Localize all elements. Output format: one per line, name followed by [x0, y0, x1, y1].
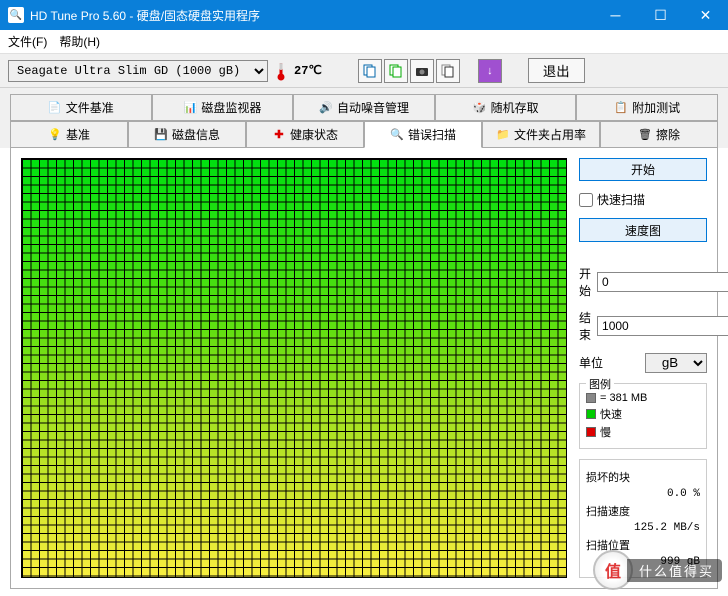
unit-label: 单位	[579, 354, 609, 371]
speed-map-button[interactable]: 速度图	[579, 218, 707, 241]
legend-box: 图例 = 381 MB 快速 慢	[579, 383, 707, 449]
damaged-value: 0.0 %	[586, 488, 700, 500]
chart-icon: 📊	[183, 101, 197, 115]
menu-help[interactable]: 帮助(H)	[59, 33, 100, 50]
disk-icon: 💾	[154, 128, 168, 142]
screenshot-button[interactable]	[410, 59, 434, 83]
quick-scan-checkbox[interactable]	[579, 193, 593, 207]
legend-title: 图例	[586, 376, 614, 392]
damaged-label: 损坏的块	[586, 469, 700, 485]
legend-fast-icon	[586, 409, 596, 419]
tab-random-access[interactable]: 🎲随机存取	[435, 94, 577, 121]
end-label: 结束	[579, 309, 591, 343]
plus-icon: ✚	[272, 128, 286, 142]
magnifier-icon: 🔍	[390, 128, 404, 142]
speed-value: 125.2 MB/s	[586, 522, 700, 534]
tab-health[interactable]: ✚健康状态	[246, 121, 364, 148]
tab-folder-usage[interactable]: 📁文件夹占用率	[482, 121, 600, 148]
tab-error-scan[interactable]: 🔍错误扫描	[364, 121, 482, 148]
tab-benchmark[interactable]: 💡基准	[10, 121, 128, 148]
tab-extra-tests[interactable]: 📋附加测试	[576, 94, 718, 121]
folder-icon: 📁	[496, 128, 510, 142]
content-area: 开始 快速扫描 速度图 开始 ▲▼ 结束 ▲▼ 单位 gB 图例 = 381 M…	[10, 147, 718, 589]
scan-grid	[21, 158, 567, 578]
tab-file-benchmark[interactable]: 📄文件基准	[10, 94, 152, 121]
start-input[interactable]	[597, 272, 728, 292]
drive-select[interactable]: Seagate Ultra Slim GD (1000 gB)	[8, 60, 268, 82]
toolbar: Seagate Ultra Slim GD (1000 gB) 27℃ ↓ 退出	[0, 54, 728, 88]
bulb-icon: 💡	[48, 128, 62, 142]
dice-icon: 🎲	[473, 101, 487, 115]
tab-disk-monitor[interactable]: 📊磁盘监视器	[152, 94, 294, 121]
tabs-area: 📄文件基准 📊磁盘监视器 🔊自动噪音管理 🎲随机存取 📋附加测试 💡基准 💾磁盘…	[0, 88, 728, 148]
titlebar: 🔍 HD Tune Pro 5.60 - 硬盘/固态硬盘实用程序 ─ ☐ ✕	[0, 0, 728, 30]
start-button[interactable]: 开始	[579, 158, 707, 181]
menubar: 文件(F) 帮助(H)	[0, 30, 728, 54]
quick-scan-label: 快速扫描	[597, 191, 645, 208]
exit-button[interactable]: 退出	[528, 58, 585, 83]
copy-text-button[interactable]	[358, 59, 382, 83]
copy-info-button[interactable]	[384, 59, 408, 83]
start-label: 开始	[579, 265, 591, 299]
watermark-text: 什么值得买	[627, 559, 722, 582]
grid-overlay	[22, 159, 566, 577]
copy-screenshot-button[interactable]	[436, 59, 460, 83]
save-button[interactable]: ↓	[478, 59, 502, 83]
window-title: HD Tune Pro 5.60 - 硬盘/固态硬盘实用程序	[30, 7, 593, 24]
legend-slow-icon	[586, 427, 596, 437]
minimize-button[interactable]: ─	[593, 0, 638, 30]
speed-label: 扫描速度	[586, 503, 700, 519]
end-input[interactable]	[597, 316, 728, 336]
tab-erase[interactable]: 🗑擦除	[600, 121, 718, 148]
thermometer-icon	[274, 61, 288, 81]
tab-info[interactable]: 💾磁盘信息	[128, 121, 246, 148]
speaker-icon: 🔊	[319, 101, 333, 115]
trash-icon: 🗑	[638, 128, 652, 142]
watermark: 值 什么值得买	[593, 550, 722, 590]
clipboard-icon: 📋	[614, 101, 628, 115]
app-icon: 🔍	[8, 7, 24, 23]
tab-aam[interactable]: 🔊自动噪音管理	[293, 94, 435, 121]
file-icon: 📄	[48, 101, 62, 115]
side-panel: 开始 快速扫描 速度图 开始 ▲▼ 结束 ▲▼ 单位 gB 图例 = 381 M…	[579, 158, 707, 578]
legend-block-icon	[586, 393, 596, 403]
close-button[interactable]: ✕	[683, 0, 728, 30]
unit-select[interactable]: gB	[645, 353, 707, 373]
temperature-value: 27℃	[294, 63, 322, 78]
menu-file[interactable]: 文件(F)	[8, 33, 47, 50]
maximize-button[interactable]: ☐	[638, 0, 683, 30]
